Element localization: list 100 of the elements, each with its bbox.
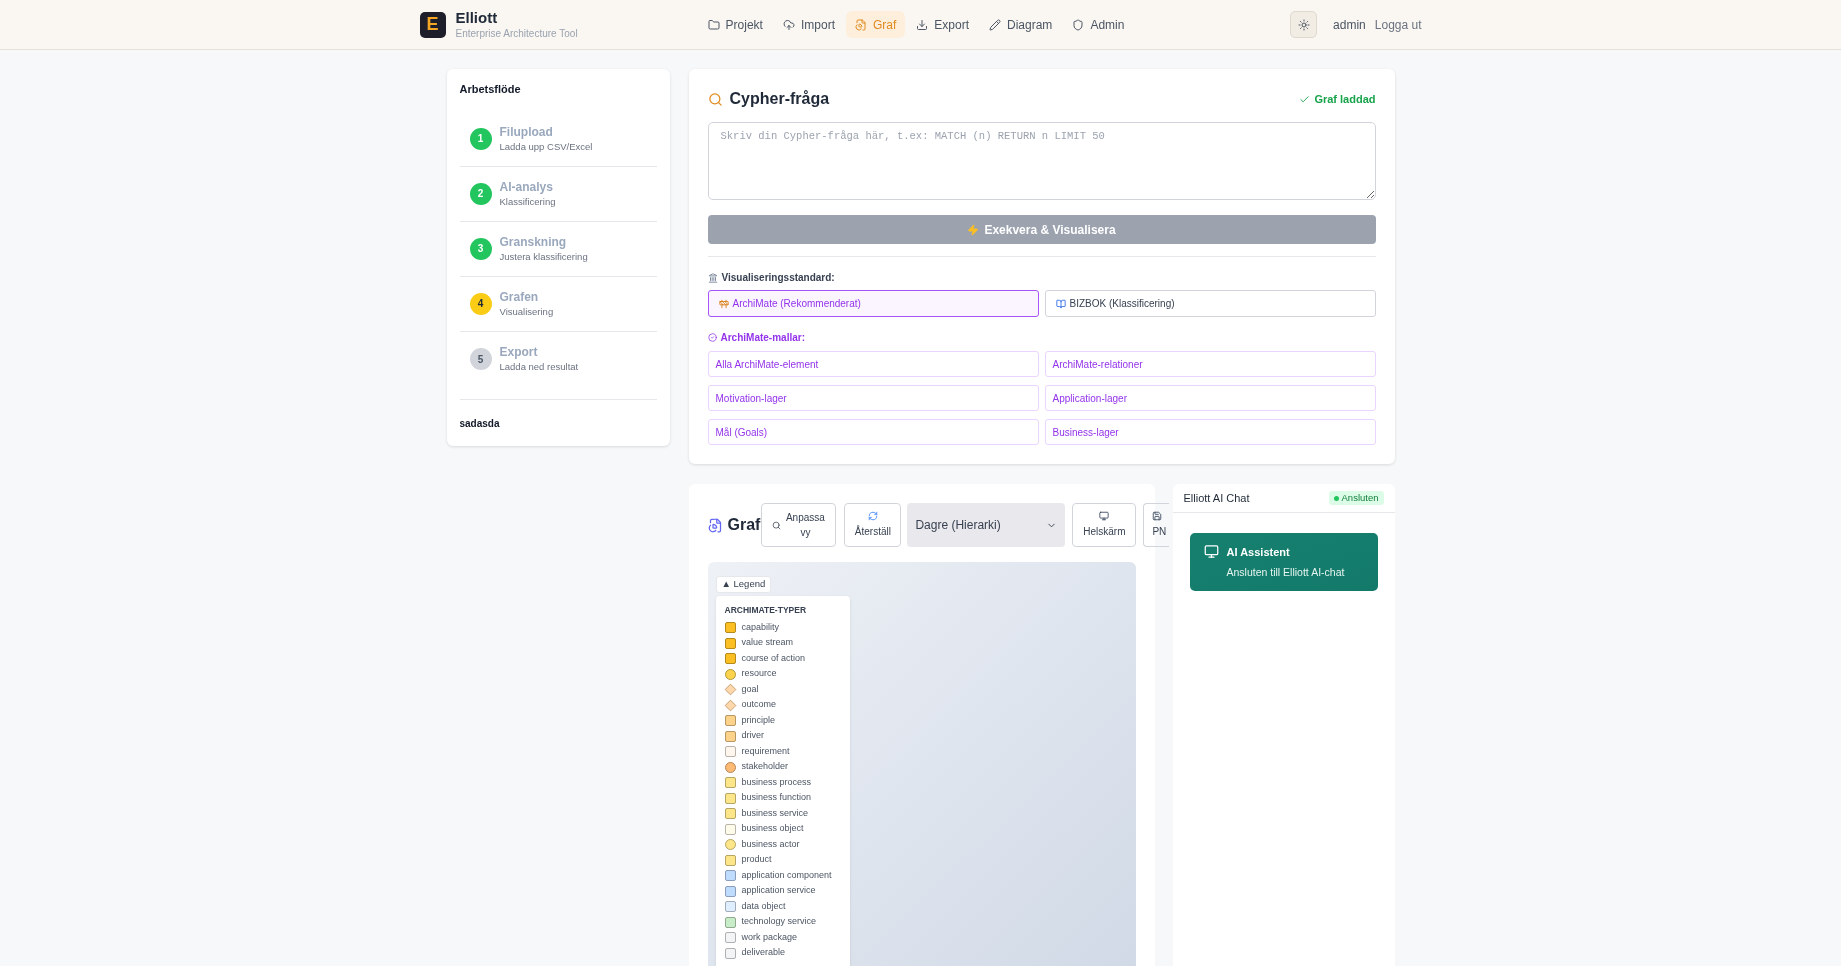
legend-label: deliverable bbox=[741, 946, 786, 960]
legend-label: application component bbox=[741, 868, 832, 882]
sun-icon bbox=[1297, 18, 1310, 31]
standard-option[interactable]: ArchiMate (Rekommenderat) bbox=[707, 290, 1039, 317]
pencil-icon bbox=[989, 18, 1001, 31]
step-number: 4 bbox=[469, 292, 492, 315]
fullscreen-button[interactable]: Helskärm bbox=[1072, 503, 1137, 547]
workflow-step[interactable]: 2 AI-analys Klassificering bbox=[459, 166, 657, 222]
png-button[interactable]: PN bbox=[1143, 503, 1170, 547]
legend-toggle[interactable]: ▲ Legend bbox=[715, 575, 772, 593]
cloud-upload-icon bbox=[782, 18, 795, 31]
search-icon bbox=[707, 91, 723, 107]
legend-label: outcome bbox=[741, 698, 777, 712]
brand-name: Elliott bbox=[455, 8, 499, 27]
legend-label: work package bbox=[741, 930, 798, 944]
step-title: Grafen bbox=[499, 289, 540, 305]
legend-label: resource bbox=[741, 667, 777, 681]
legend-label: stakeholder bbox=[741, 760, 789, 774]
legend-label: business service bbox=[741, 806, 809, 820]
monitor-icon bbox=[1099, 511, 1110, 521]
graph-loaded-status: Graf laddad bbox=[1314, 91, 1376, 107]
legend-label: capability bbox=[741, 620, 780, 634]
template-button[interactable]: Mål (Goals) bbox=[707, 419, 1039, 445]
shield-icon bbox=[1072, 18, 1085, 31]
template-button[interactable]: Alla ArchiMate-element bbox=[707, 351, 1039, 377]
lightning-icon bbox=[967, 223, 980, 236]
workflow-title: Arbetsflöde bbox=[459, 82, 522, 97]
chart-file-icon bbox=[855, 18, 867, 31]
search-icon bbox=[772, 520, 782, 530]
chat-title: Elliott AI Chat bbox=[1183, 490, 1250, 506]
graph-canvas[interactable] bbox=[707, 562, 1136, 966]
legend-label: driver bbox=[741, 729, 764, 743]
reset-button[interactable]: Återställ bbox=[844, 503, 902, 547]
workflow-step[interactable]: 3 Granskning Justera klassificering bbox=[459, 221, 657, 277]
legend-label: goal bbox=[741, 682, 759, 696]
query-input[interactable]: Skriv din Cypher-fråga här, t.ex: MATCH (n) RETURN n LIMIT 50 bbox=[707, 122, 1376, 200]
step-number: 2 bbox=[469, 182, 492, 205]
check-icon bbox=[1299, 93, 1311, 105]
legend-label: principle bbox=[741, 713, 776, 727]
template-button[interactable]: Motivation-lager bbox=[707, 385, 1039, 411]
workflow-step[interactable]: 5 Export Ladda ned resultat bbox=[459, 331, 657, 387]
standard-option[interactable]: BIZBOK (Klassificering) bbox=[1044, 290, 1376, 317]
save-icon bbox=[1152, 511, 1163, 521]
template-button[interactable]: Business-lager bbox=[1044, 419, 1376, 445]
templates-label: ArchiMate-mallar: bbox=[720, 331, 805, 345]
standard-label: Visualiseringsstandard: bbox=[721, 271, 835, 285]
logo-icon[interactable]: E bbox=[419, 11, 446, 38]
folder-icon bbox=[707, 18, 720, 31]
step-title: Filupload bbox=[499, 124, 554, 140]
book-icon bbox=[1055, 298, 1066, 309]
circle-check-icon bbox=[707, 333, 717, 342]
step-title: Granskning bbox=[499, 234, 568, 250]
step-subtitle: Justera klassificering bbox=[499, 249, 588, 263]
legend-label: application service bbox=[741, 884, 816, 898]
step-subtitle: Visualisering bbox=[499, 304, 554, 318]
legend-label: course of action bbox=[741, 651, 806, 665]
step-subtitle: Ladda ned resultat bbox=[499, 360, 579, 373]
footer-text: sadasda bbox=[459, 417, 500, 429]
step-title: Export bbox=[499, 345, 539, 360]
connection-badge: Ansluten bbox=[1328, 491, 1384, 505]
assistant-title: AI Assistent bbox=[1226, 545, 1291, 560]
nav-tab[interactable]: Diagram bbox=[980, 11, 1062, 38]
template-button[interactable]: ArchiMate-relationer bbox=[1044, 351, 1376, 377]
workflow-step[interactable]: 1 Filupload Ladda upp CSV/Excel bbox=[459, 111, 657, 167]
legend-label: business function bbox=[741, 791, 812, 805]
theme-toggle[interactable] bbox=[1290, 11, 1318, 38]
nav-tab[interactable]: Import bbox=[773, 11, 844, 38]
legend-label: product bbox=[741, 853, 772, 867]
graph-title: Graf bbox=[727, 515, 761, 535]
legend-label: requirement bbox=[741, 744, 790, 758]
step-number: 1 bbox=[469, 127, 492, 150]
legend-label: technology service bbox=[741, 915, 817, 929]
logout-link[interactable]: Logga ut bbox=[1374, 15, 1422, 34]
assistant-status: Ansluten till Elliott AI-chat bbox=[1226, 564, 1345, 580]
refresh-icon bbox=[867, 511, 878, 521]
step-subtitle: Ladda upp CSV/Excel bbox=[499, 139, 593, 153]
legend-label: business process bbox=[741, 775, 812, 789]
legend-label: data object bbox=[741, 899, 786, 913]
landmark-icon bbox=[707, 272, 718, 283]
monitor-icon bbox=[1203, 544, 1219, 559]
user-name: admin bbox=[1333, 16, 1366, 34]
nav-tab[interactable]: Admin bbox=[1063, 11, 1134, 38]
legend-label: business actor bbox=[741, 837, 800, 851]
step-number: 3 bbox=[469, 237, 492, 260]
step-subtitle: Klassificering bbox=[499, 194, 556, 208]
step-title: AI-analys bbox=[499, 179, 554, 195]
legend-label: value stream bbox=[741, 636, 794, 650]
graph-icon bbox=[707, 517, 723, 533]
nav-tab[interactable]: Export bbox=[907, 11, 978, 38]
fit-view-button[interactable]: Anpassa vy bbox=[761, 503, 837, 547]
nav-tab[interactable]: Projekt bbox=[698, 11, 772, 38]
workflow-step[interactable]: 4 Grafen Visualisering bbox=[459, 276, 657, 332]
template-button[interactable]: Application-lager bbox=[1044, 385, 1376, 411]
layout-select[interactable]: Dagre (Hierarki) bbox=[907, 503, 1066, 547]
step-number: 5 bbox=[469, 348, 492, 370]
legend-title: ARCHIMATE-TYPER bbox=[724, 604, 808, 617]
download-icon bbox=[916, 18, 929, 31]
query-title: Cypher-fråga bbox=[729, 89, 830, 109]
brand-subtitle: Enterprise Architecture Tool bbox=[455, 26, 578, 41]
legend-label: business object bbox=[741, 822, 804, 836]
